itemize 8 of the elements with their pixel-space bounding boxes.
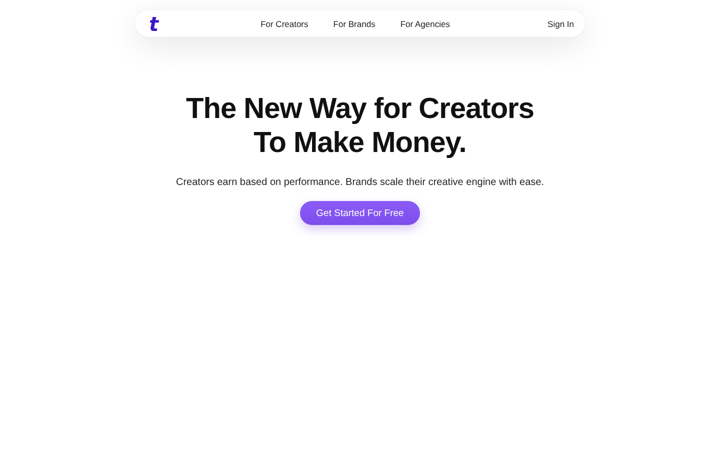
nav-link[interactable]: For Brands — [333, 18, 376, 28]
nav-link[interactable]: For Agencies — [400, 18, 450, 28]
nav-link[interactable]: For Creators — [260, 18, 308, 28]
get-started-button[interactable]: Get Started For Free — [300, 201, 420, 225]
hero-subtitle: Creators earn based on performance. Brands scale their creative engine with ease. — [176, 177, 544, 188]
hero-title: The New Way for Creators To Make Money. — [186, 92, 534, 160]
logo[interactable]: t — [149, 14, 159, 34]
sign-in-link[interactable]: Sign In — [548, 18, 574, 28]
